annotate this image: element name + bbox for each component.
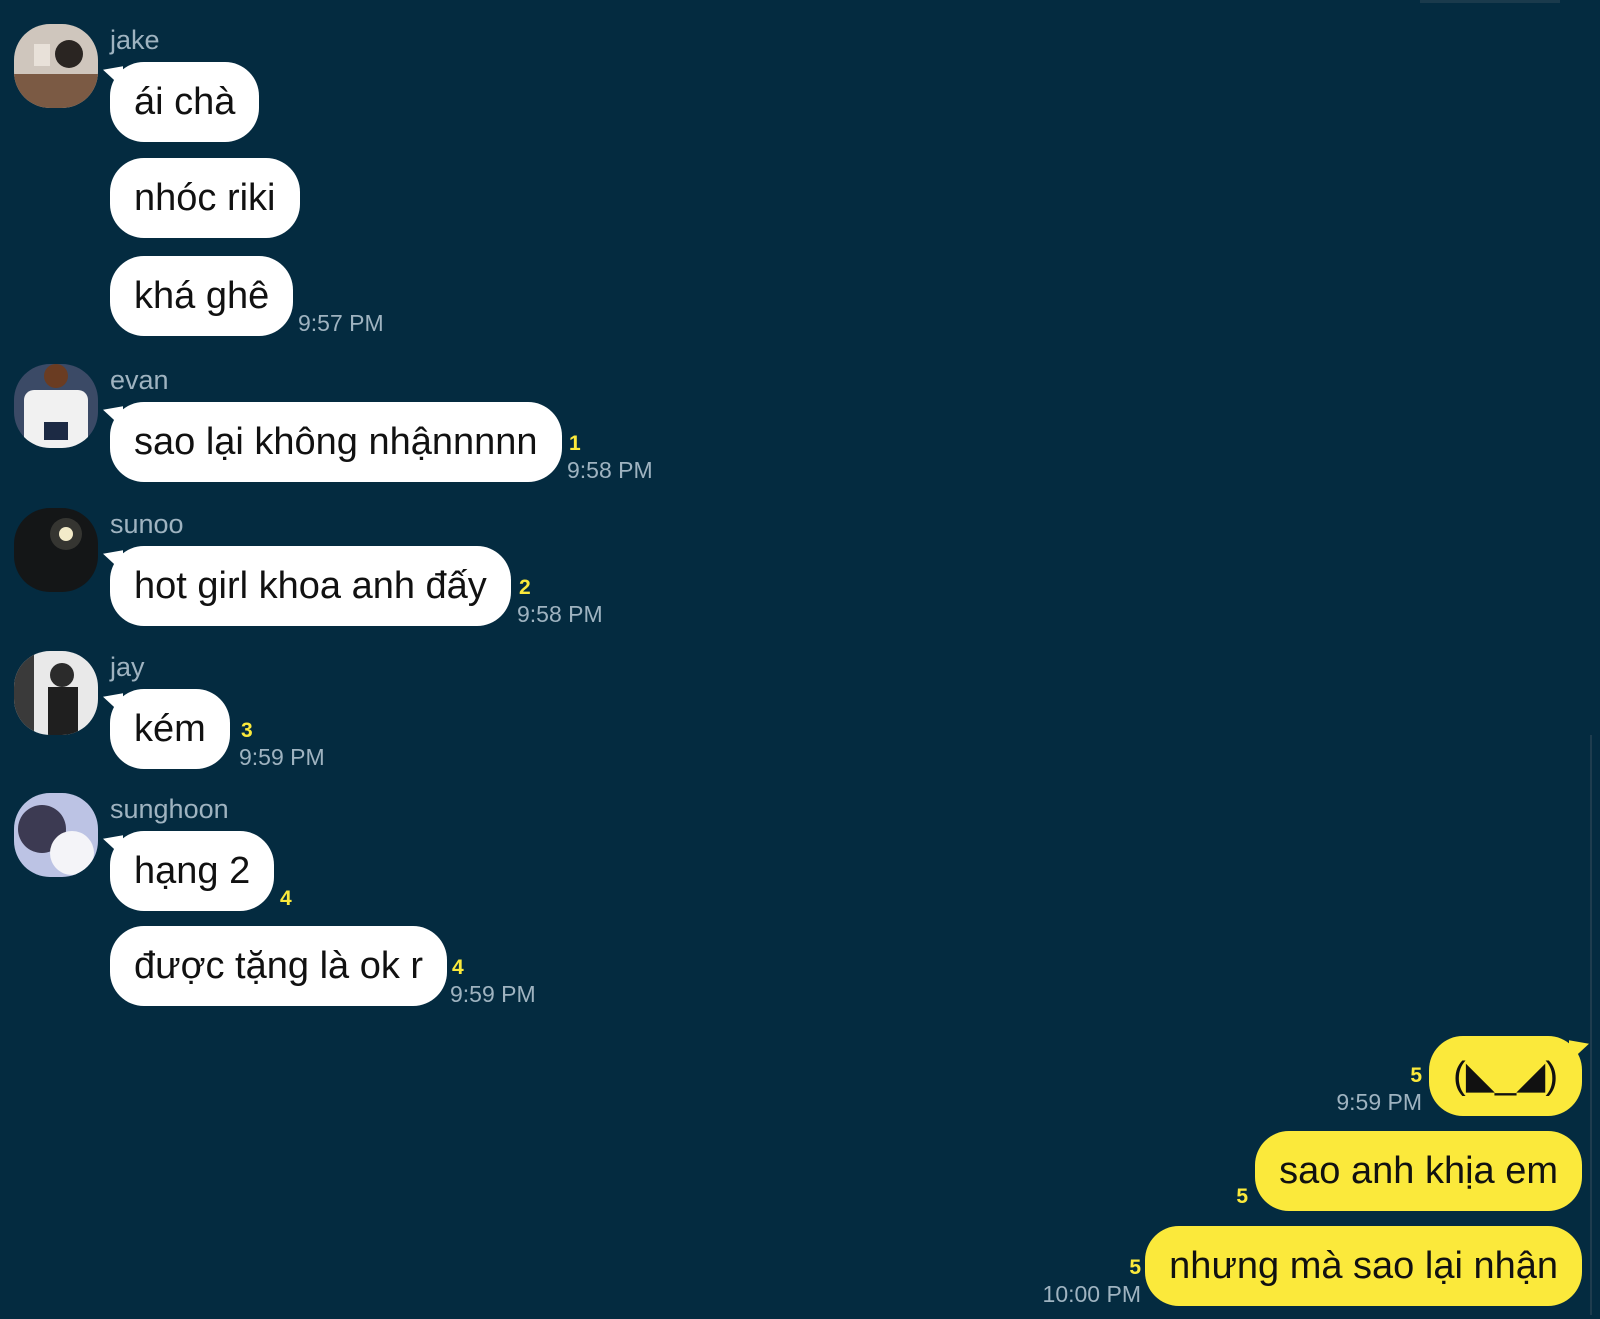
unread-count: 1 [569,432,581,455]
avatar-jake[interactable] [14,24,98,108]
my-message-bubble[interactable]: sao anh khịa em [1255,1131,1582,1211]
message-bubble[interactable]: ái chà [110,62,260,142]
sender-name-jake: jake [110,25,160,55]
unread-count: 5 [1129,1256,1141,1279]
avatar-sunghoon[interactable] [14,793,98,877]
message-bubble[interactable]: được tặng là ok r [110,926,448,1006]
message-bubble[interactable]: hạng 2 [110,831,275,911]
message-bubble[interactable]: kém [110,689,230,769]
message-bubble[interactable]: sao lại không nhậnnnnn [110,402,562,482]
unread-count: 4 [452,956,464,979]
message-time: 9:59 PM [1336,1089,1422,1115]
my-message-bubble[interactable]: nhưng mà sao lại nhận [1145,1226,1582,1306]
message-time: 9:59 PM [450,981,536,1007]
message-bubble[interactable]: hot girl khoa anh đấy [110,546,511,626]
scrollbar-track[interactable] [1590,735,1592,1315]
sender-name-jay: jay [110,652,145,682]
unread-count: 5 [1236,1185,1248,1208]
my-message-bubble[interactable]: (◣_◢) [1429,1036,1582,1116]
message-time: 9:57 PM [298,310,384,336]
unread-count: 2 [519,576,531,599]
message-time: 9:59 PM [239,744,325,770]
unread-count: 3 [241,719,253,742]
message-time: 9:58 PM [517,601,603,627]
unread-count: 4 [280,887,292,910]
avatar-evan[interactable] [14,364,98,448]
sender-name-evan: evan [110,365,169,395]
unread-count: 5 [1410,1064,1422,1087]
status-bar-edge [1420,0,1560,3]
avatar-jay[interactable] [14,651,98,735]
message-bubble[interactable]: khá ghê [110,256,294,336]
sender-name-sunoo: sunoo [110,509,184,539]
message-time: 10:00 PM [1042,1281,1141,1307]
avatar-sunoo[interactable] [14,508,98,592]
sender-name-sunghoon: sunghoon [110,794,229,824]
message-bubble[interactable]: nhóc riki [110,158,300,238]
message-time: 9:58 PM [567,457,653,483]
